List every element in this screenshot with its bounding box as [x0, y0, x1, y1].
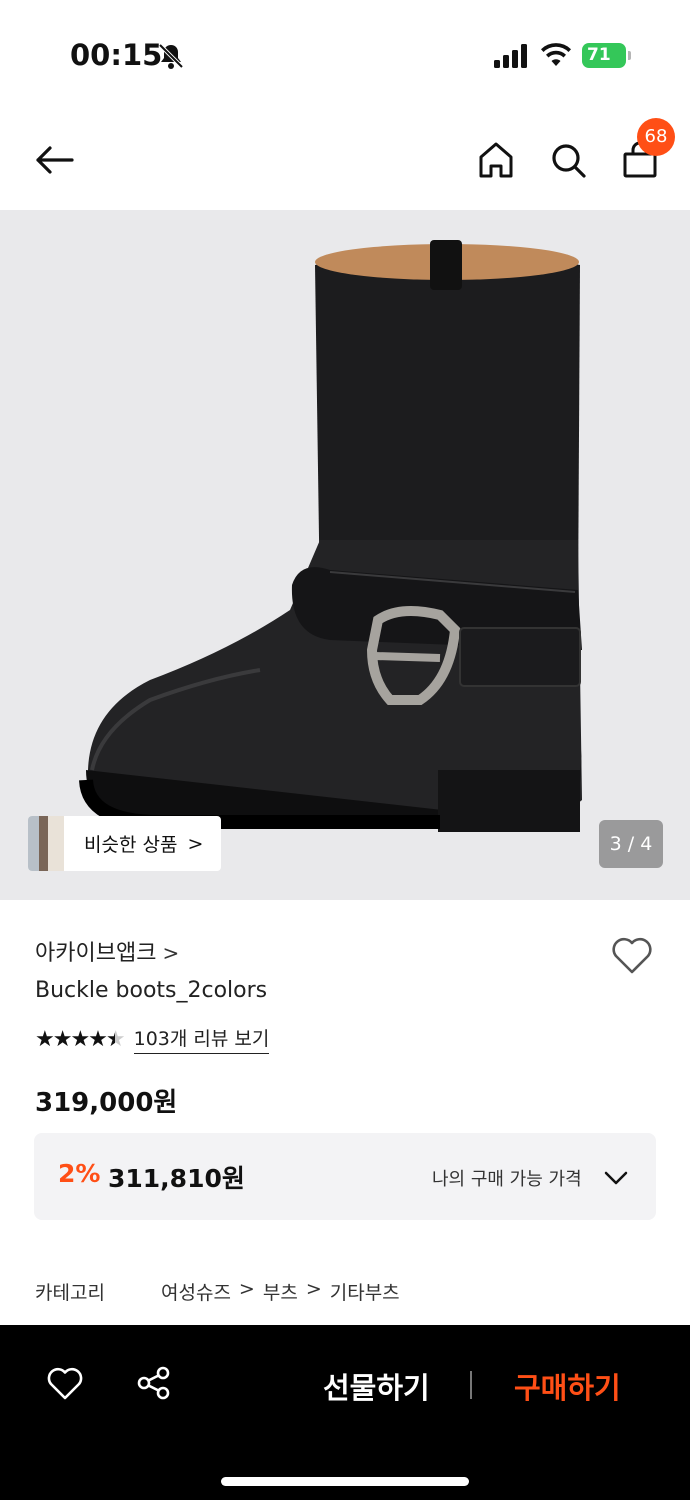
product-image[interactable]	[0, 210, 690, 900]
signal-icon	[494, 44, 527, 68]
search-icon[interactable]	[546, 138, 590, 182]
category-label: 카테고리	[35, 1282, 105, 1304]
top-nav	[0, 110, 690, 210]
similar-thumbnail	[28, 816, 64, 871]
battery-level: 71	[587, 45, 611, 65]
chevron-right-icon: >	[162, 941, 180, 965]
product-name: Buckle boots_2colors	[35, 978, 268, 1003]
wifi-icon	[541, 43, 571, 66]
image-pager: 3 / 4	[599, 820, 663, 868]
discount-rate: 2%	[58, 1159, 101, 1188]
battery-tip	[628, 51, 631, 60]
rating-stars: ★★★★★	[35, 1026, 126, 1052]
buy-button[interactable]: 구매하기	[514, 1365, 621, 1407]
product-price: 319,000원	[35, 1088, 178, 1118]
battery-icon: 71	[582, 43, 626, 68]
chevron-down-icon	[604, 1171, 628, 1185]
similar-products-button[interactable]: 비슷한 상품 >	[28, 816, 221, 871]
gift-button[interactable]: 선물하기	[323, 1365, 430, 1407]
brand-name: 아카이브앱크	[35, 941, 157, 966]
similar-label: 비슷한 상품	[84, 834, 178, 856]
status-time: 00:15	[70, 38, 163, 72]
breadcrumb: 여성슈즈 > 부츠 > 기타부츠	[161, 1278, 400, 1305]
discount-price-box[interactable]: 2% 311,810원 나의 구매 가능 가격	[34, 1133, 656, 1220]
status-bar: 00:15 71	[0, 0, 690, 110]
boot-image	[79, 240, 582, 832]
discount-label: 나의 구매 가능 가격	[432, 1169, 582, 1190]
divider	[470, 1371, 472, 1399]
breadcrumb-item[interactable]: 기타부츠	[330, 1278, 400, 1305]
brand-link[interactable]: 아카이브앱크 >	[35, 935, 179, 967]
review-link[interactable]: 103개 리뷰 보기	[133, 1024, 270, 1054]
breadcrumb-sep: >	[238, 1278, 255, 1300]
bell-off-icon	[158, 43, 184, 69]
home-indicator	[221, 1477, 469, 1486]
breadcrumb-sep: >	[305, 1278, 322, 1300]
home-icon[interactable]	[474, 138, 518, 182]
back-arrow-icon[interactable]	[32, 138, 76, 182]
breadcrumb-item[interactable]: 여성슈즈	[161, 1278, 231, 1305]
discount-price: 311,810원	[108, 1164, 245, 1193]
rating-row: ★★★★★ 103개 리뷰 보기	[35, 1024, 270, 1054]
breadcrumb-item[interactable]: 부츠	[263, 1278, 298, 1305]
cart-count-badge: 68	[637, 118, 675, 156]
bottom-action-bar: 선물하기 구매하기	[0, 1325, 690, 1500]
heart-icon[interactable]	[610, 935, 654, 975]
heart-icon[interactable]	[46, 1365, 84, 1401]
share-icon[interactable]	[135, 1365, 173, 1401]
chevron-right-icon: >	[187, 832, 204, 855]
